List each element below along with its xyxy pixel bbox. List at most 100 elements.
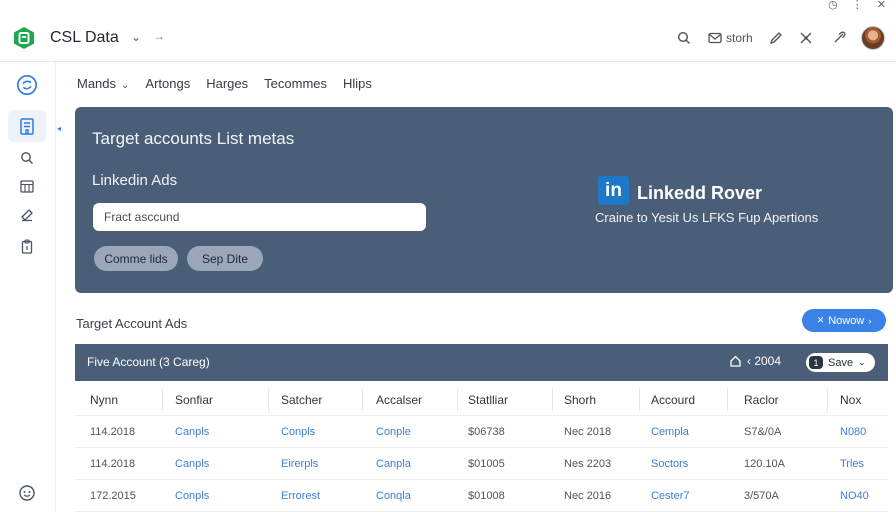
section-title: Target Account Ads [76,316,188,331]
table-row[interactable]: 114.2018 Canpls Conpls Conple $06738 Nec 2018… [75,416,888,448]
table-cell: 114.2018 [90,458,136,470]
table-cell: $01005 [468,458,505,470]
save-select-label: Save [828,356,854,369]
table-cell-link[interactable]: Conpls [281,416,315,448]
table-cell: 3/570A [744,490,779,502]
layers-icon [21,209,33,222]
rail-home-button[interactable] [16,74,38,96]
table-cell: Nes 2203 [564,458,612,470]
table-cell: $01008 [468,490,505,502]
home-icon [730,355,741,367]
search-icon [21,152,33,164]
table-cell-link[interactable]: Cempla [651,416,689,448]
tools-icon: ✕ [816,315,825,325]
account-search-input[interactable] [93,203,426,231]
column-divider [268,388,269,412]
table-cell-link[interactable]: Conpls [175,480,209,512]
table-cell: Nec 2018 [564,426,612,438]
chevron-right-icon: › [868,315,872,326]
table-row[interactable]: 114.2018 Canpls Eirerpls Canpla $01005 Nes 22… [75,448,888,480]
table-cell-link[interactable]: Soctors [651,448,688,480]
save-select[interactable]: 1 Save ⌄ [806,353,875,372]
arrow-right-icon[interactable]: → [153,29,165,43]
search-button[interactable] [674,28,694,48]
share-button[interactable]: storh [708,28,760,48]
column-divider [827,388,828,412]
column-divider [727,388,728,412]
tab-mands[interactable]: Mands ⌄ [77,74,129,96]
history-icon[interactable]: ◷ [828,0,838,11]
chevron-down-icon: ⌄ [121,80,130,91]
column-divider [457,388,458,412]
column-header[interactable]: Accalser [376,384,422,416]
column-divider [162,388,163,412]
column-header[interactable]: Raclor [744,384,779,416]
comme-lids-button[interactable]: Comme lids [94,246,178,271]
hero-subtitle: Linkedin Ads [92,172,178,189]
tab-artongs[interactable]: Artongs [145,74,190,96]
table-cell-link[interactable]: Trles [840,448,864,480]
expand-icon [800,32,812,44]
top-divider [0,61,896,62]
column-header[interactable]: Accourd [651,384,695,416]
app-logo-icon[interactable] [12,26,36,50]
rail-clipboard-button[interactable] [16,235,38,257]
table-header-row: Nynn Sonfiar Satcher Accalser Statlliar Shorh… [75,384,888,416]
column-header[interactable]: Satcher [281,384,322,416]
search-icon [677,31,690,44]
table-cell: Nec 2016 [564,490,612,502]
rail-active-marker-icon: ◂ [57,124,62,133]
table-cell-link[interactable]: Errorest [281,480,320,512]
sep-dite-button[interactable]: Sep Dite [187,246,263,271]
table-cell: S7&/0A [744,426,782,438]
expand-button[interactable] [796,28,816,48]
column-header[interactable]: Statlliar [468,384,508,416]
title-dropdown-icon[interactable]: ⌄ [131,30,141,44]
tab-label: Mands [77,76,117,91]
building-icon [20,118,34,135]
link-icon [834,31,846,43]
table-cell-link[interactable]: Conqla [376,480,411,512]
table-filter[interactable]: ‹ 2004 [730,354,781,368]
accounts-table: Nynn Sonfiar Satcher Accalser Statlliar Shorh… [75,384,888,512]
table-row[interactable]: 172.2015 Conpls Errorest Conqla $01008 Nec 20… [75,480,888,512]
table-cell-link[interactable]: Canpls [175,448,209,480]
share-label: storh [726,31,753,45]
table-cell-link[interactable]: Cester7 [651,480,690,512]
top-bar: CSL Data ⌄ → storh [0,14,896,62]
column-divider [552,388,553,412]
column-header[interactable]: Shorh [564,384,596,416]
hero-title: Target accounts List metas [92,129,295,148]
close-icon[interactable]: ✕ [877,0,886,11]
rail-layers-button[interactable] [16,204,38,226]
link-button[interactable] [829,28,849,48]
edit-button[interactable] [766,28,786,48]
help-icon[interactable] [18,484,36,502]
tab-tecommes[interactable]: Tecommes [264,74,327,96]
count-badge: 1 [809,356,823,369]
table-cell: 120.10A [744,458,785,470]
nowow-button[interactable]: ✕ Nowow › [802,309,886,332]
table-cell-link[interactable]: Canpls [175,416,209,448]
column-header[interactable]: Sonfiar [175,384,213,416]
table-cell-link[interactable]: NO40 [840,480,869,512]
column-header[interactable]: Nox [840,384,861,416]
table-filter-label: ‹ 2004 [747,354,782,368]
rail-search-button[interactable] [16,147,38,169]
chevron-down-icon: ⌄ [858,357,866,367]
table-cell-link[interactable]: Canpla [376,448,411,480]
linkedin-icon: in [598,176,629,205]
table-cell-link[interactable]: N080 [840,416,866,448]
table-cell-link[interactable]: Eirerpls [281,448,318,480]
rail-table-button[interactable] [16,175,38,197]
table-cell: 172.2015 [90,490,136,502]
user-avatar[interactable] [861,26,885,50]
more-icon[interactable]: ⋮ [852,0,863,11]
mail-icon [708,32,722,44]
column-header[interactable]: Nynn [90,384,118,416]
tab-hlips[interactable]: Hlips [343,74,372,96]
table-cell-link[interactable]: Conple [376,416,411,448]
rail-documents-button[interactable] [16,115,38,137]
tab-harges[interactable]: Harges [206,74,248,96]
column-divider [639,388,640,412]
